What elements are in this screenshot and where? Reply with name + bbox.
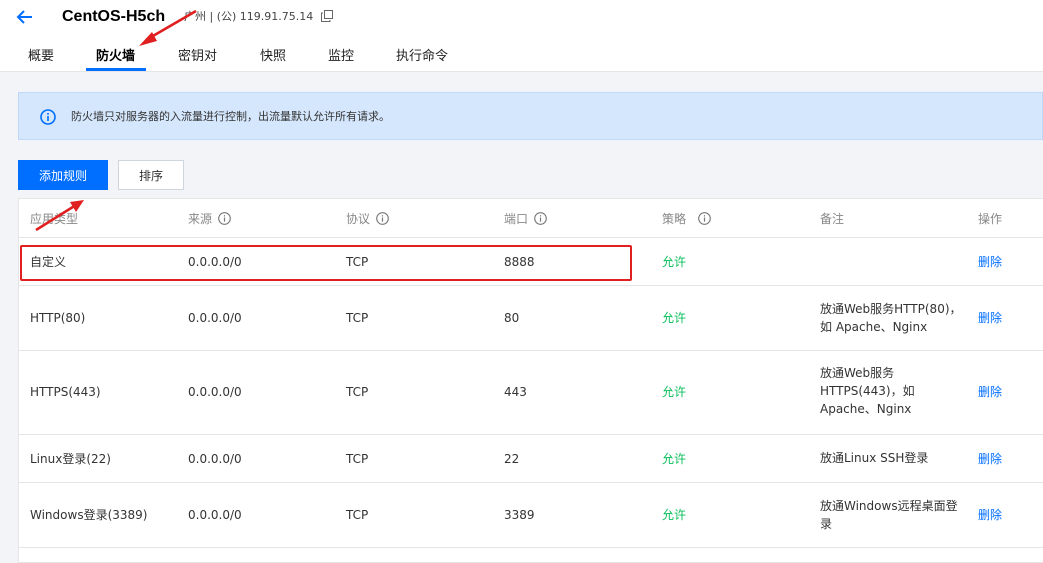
header-source: 来源	[188, 211, 231, 227]
cell-source: 0.0.0.0/0	[188, 452, 242, 466]
delete-link[interactable]: 删除	[978, 309, 1002, 327]
tab-run-command[interactable]: 执行命令	[396, 48, 448, 66]
cell-policy: 允许	[662, 385, 687, 399]
cell-policy: 允许	[662, 255, 687, 269]
add-rule-button[interactable]: 添加规则	[18, 160, 108, 190]
sort-button[interactable]: 排序	[118, 160, 184, 190]
header-note: 备注	[820, 212, 845, 226]
header-protocol: 协议	[346, 211, 389, 227]
table-row: Linux登录(22) 0.0.0.0/0 TCP 22 允许 放通Linux …	[19, 435, 1043, 483]
firewall-rules-table: 应用类型 来源 协议 端口 策略 备注 操作 自定义 0.0.0.0/0 TCP…	[18, 198, 1043, 563]
cell-protocol: TCP	[346, 385, 369, 399]
copy-icon[interactable]	[320, 10, 333, 22]
tab-overview[interactable]: 概要	[28, 48, 54, 66]
cell-policy: 允许	[662, 311, 687, 325]
cell-port: 8888	[504, 255, 535, 269]
header-protocol-label: 协议	[346, 212, 371, 226]
delete-link[interactable]: 删除	[978, 450, 1002, 468]
table-row: HTTP(80) 0.0.0.0/0 TCP 80 允许 放通Web服务HTTP…	[19, 286, 1043, 351]
info-icon	[40, 109, 56, 125]
firewall-notice: 防火墙只对服务器的入流量进行控制，出流量默认允许所有请求。	[18, 92, 1043, 140]
cell-note: 放通Web服务HTTP(80)，如 Apache、Nginx	[820, 302, 962, 334]
instance-meta: 广州 | (公) 119.91.75.14	[184, 9, 333, 25]
instance-header: CentOS-H5ch 广州 | (公) 119.91.75.14 概要 防火墙…	[0, 0, 1043, 72]
tab-firewall[interactable]: 防火墙	[96, 48, 135, 66]
cell-note: 放通Linux SSH登录	[820, 451, 929, 465]
cell-protocol: TCP	[346, 255, 369, 269]
header-policy: 策略	[662, 211, 711, 227]
cell-app-type: HTTPS(443)	[30, 385, 101, 399]
delete-link[interactable]: 删除	[978, 383, 1002, 401]
instance-name: CentOS-H5ch	[62, 8, 166, 25]
cell-protocol: TCP	[346, 311, 369, 325]
tab-monitor[interactable]: 监控	[328, 48, 354, 66]
cell-app-type: 自定义	[30, 255, 67, 269]
info-icon[interactable]	[376, 212, 389, 225]
cell-policy: 允许	[662, 452, 687, 466]
instance-region-ip: 广州 | (公) 119.91.75.14	[184, 10, 314, 23]
cell-source: 0.0.0.0/0	[188, 508, 242, 522]
header-port-label: 端口	[504, 212, 529, 226]
header-action: 操作	[978, 212, 1003, 226]
cell-port: 22	[504, 452, 520, 466]
cell-note: 放通Windows远程桌面登录	[820, 499, 958, 531]
cell-app-type: HTTP(80)	[30, 311, 86, 325]
info-icon[interactable]	[698, 212, 711, 225]
active-tab-indicator	[86, 68, 146, 71]
cell-port: 443	[504, 385, 527, 399]
cell-protocol: TCP	[346, 452, 369, 466]
delete-link[interactable]: 删除	[978, 253, 1002, 271]
cell-port: 3389	[504, 508, 535, 522]
table-row: 自定义 0.0.0.0/0 TCP 8888 允许 删除	[19, 238, 1043, 286]
cell-app-type: Linux登录(22)	[30, 452, 111, 466]
cell-protocol: TCP	[346, 508, 369, 522]
header-source-label: 来源	[188, 212, 213, 226]
cell-source: 0.0.0.0/0	[188, 255, 242, 269]
table-header: 应用类型 来源 协议 端口 策略 备注 操作	[19, 199, 1043, 238]
cell-note: 放通Web服务HTTPS(443)，如Apache、Nginx	[820, 366, 915, 416]
info-icon[interactable]	[534, 212, 547, 225]
back-arrow-icon[interactable]	[14, 6, 36, 28]
tab-keypair[interactable]: 密钥对	[178, 48, 217, 66]
instance-tabs: 概要 防火墙 密钥对 快照 监控 执行命令	[0, 44, 1043, 72]
table-row: HTTPS(443) 0.0.0.0/0 TCP 443 允许 放通Web服务H…	[19, 351, 1043, 435]
header-policy-label: 策略	[662, 212, 687, 226]
tab-snapshot[interactable]: 快照	[260, 48, 286, 66]
notice-text: 防火墙只对服务器的入流量进行控制，出流量默认允许所有请求。	[71, 110, 390, 123]
delete-link[interactable]: 删除	[978, 506, 1002, 524]
header-port: 端口	[504, 211, 547, 227]
cell-app-type: Windows登录(3389)	[30, 508, 148, 522]
cell-source: 0.0.0.0/0	[188, 385, 242, 399]
header-app-type: 应用类型	[30, 212, 79, 226]
cell-source: 0.0.0.0/0	[188, 311, 242, 325]
table-row: Windows登录(3389) 0.0.0.0/0 TCP 3389 允许 放通…	[19, 483, 1043, 548]
info-icon[interactable]	[218, 212, 231, 225]
cell-port: 80	[504, 311, 520, 325]
cell-policy: 允许	[662, 508, 687, 522]
